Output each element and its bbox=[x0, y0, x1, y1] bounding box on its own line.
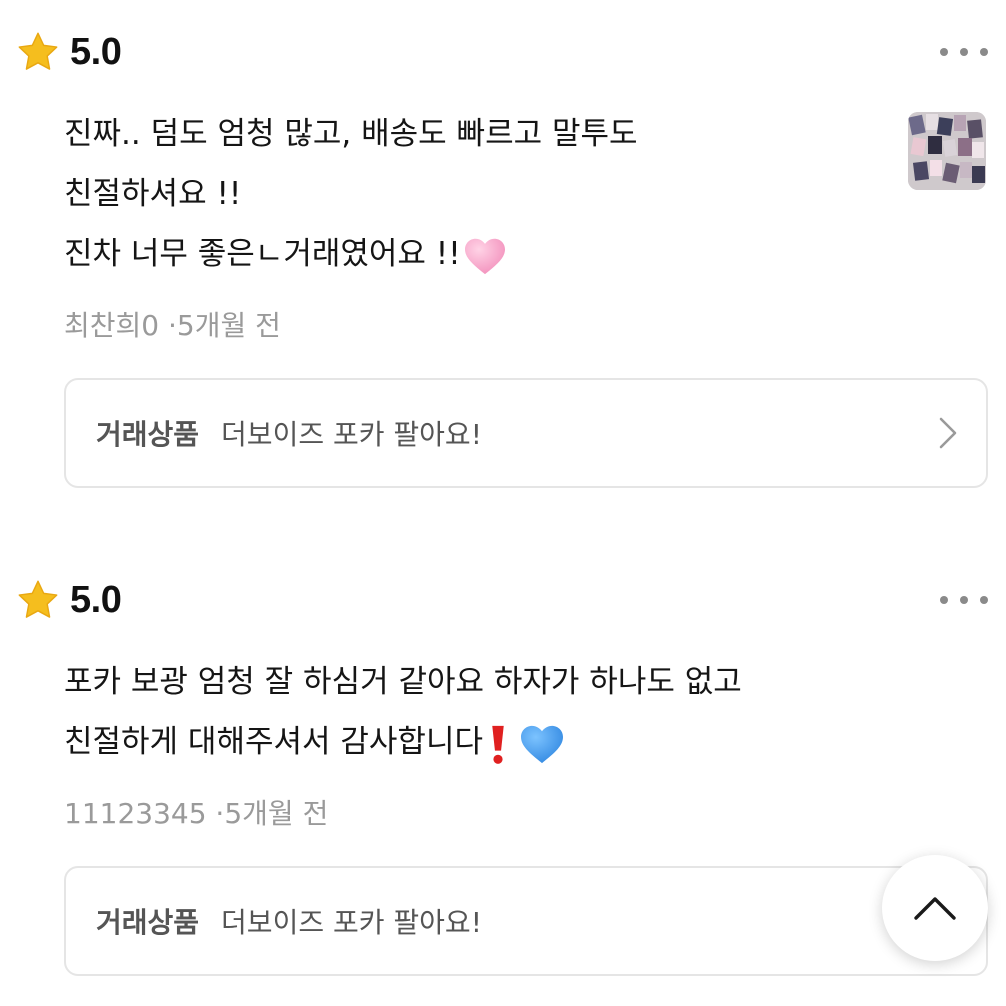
review-text-line-with-emoji: 진차 너무 좋은ㄴ거래였어요 !! bbox=[64, 224, 884, 284]
review-text-line: 진짜.. 덤도 엄청 많고, 배송도 빠르고 말투도 bbox=[64, 116, 638, 152]
star-icon bbox=[18, 580, 58, 618]
scroll-to-top-button[interactable] bbox=[882, 855, 988, 961]
rating-score: 5.0 bbox=[70, 30, 122, 73]
review-text: 진짜.. 덤도 엄청 많고, 배송도 빠르고 말투도 친절하셔요 !! 진차 너… bbox=[64, 104, 884, 284]
review-meta: 최찬희0 ·5개월 전 bbox=[64, 304, 281, 344]
review-time: 5개월 전 bbox=[224, 797, 329, 830]
review-text-line: 친절하게 대해주셔서 감사합니다 bbox=[64, 724, 483, 760]
reviewer-name[interactable]: 최찬희0 bbox=[64, 309, 159, 342]
review-text-line: 진차 너무 좋은ㄴ거래였어요 !! bbox=[64, 236, 461, 272]
rating-score: 5.0 bbox=[70, 578, 122, 621]
review-text: 포카 보광 엄청 잘 하심거 같아요 하자가 하나도 없고 친절하게 대해주셔서… bbox=[64, 652, 884, 772]
traded-product-link[interactable]: 거래상품 더보이즈 포카 팔아요! bbox=[64, 866, 988, 976]
pink-heart-icon bbox=[464, 238, 505, 274]
more-options-icon[interactable] bbox=[940, 586, 988, 614]
review-time: 5개월 전 bbox=[176, 309, 281, 342]
traded-product-title: 더보이즈 포카 팔아요! bbox=[221, 906, 482, 939]
review-text-line: 친절하셔요 !! bbox=[64, 176, 242, 212]
chevron-right-icon bbox=[939, 417, 957, 449]
meta-separator: · bbox=[168, 309, 177, 342]
photo-collage-image bbox=[908, 112, 986, 190]
meta-separator: · bbox=[215, 797, 225, 830]
traded-product-link[interactable]: 거래상품 더보이즈 포카 팔아요! bbox=[64, 378, 988, 488]
rating-row: 5.0 bbox=[16, 28, 122, 76]
chevron-up-icon bbox=[914, 897, 956, 920]
review-text-line-with-emoji: 친절하게 대해주셔서 감사합니다 bbox=[64, 712, 884, 772]
more-options-icon[interactable] bbox=[940, 38, 988, 66]
red-exclamation-icon bbox=[492, 725, 504, 764]
traded-product-label: 거래상품 bbox=[96, 906, 200, 939]
traded-product-label: 거래상품 bbox=[96, 418, 200, 451]
reviewer-name[interactable]: 11123345 bbox=[64, 797, 207, 830]
review-text-line: 포카 보광 엄청 잘 하심거 같아요 하자가 하나도 없고 bbox=[64, 664, 742, 700]
rating-row: 5.0 bbox=[16, 576, 122, 624]
review-meta: 11123345 ·5개월 전 bbox=[64, 792, 328, 832]
review-photo-thumbnail[interactable] bbox=[908, 112, 986, 190]
star-icon bbox=[18, 32, 58, 70]
blue-heart-icon bbox=[521, 725, 563, 763]
traded-product-title: 더보이즈 포카 팔아요! bbox=[221, 418, 482, 451]
